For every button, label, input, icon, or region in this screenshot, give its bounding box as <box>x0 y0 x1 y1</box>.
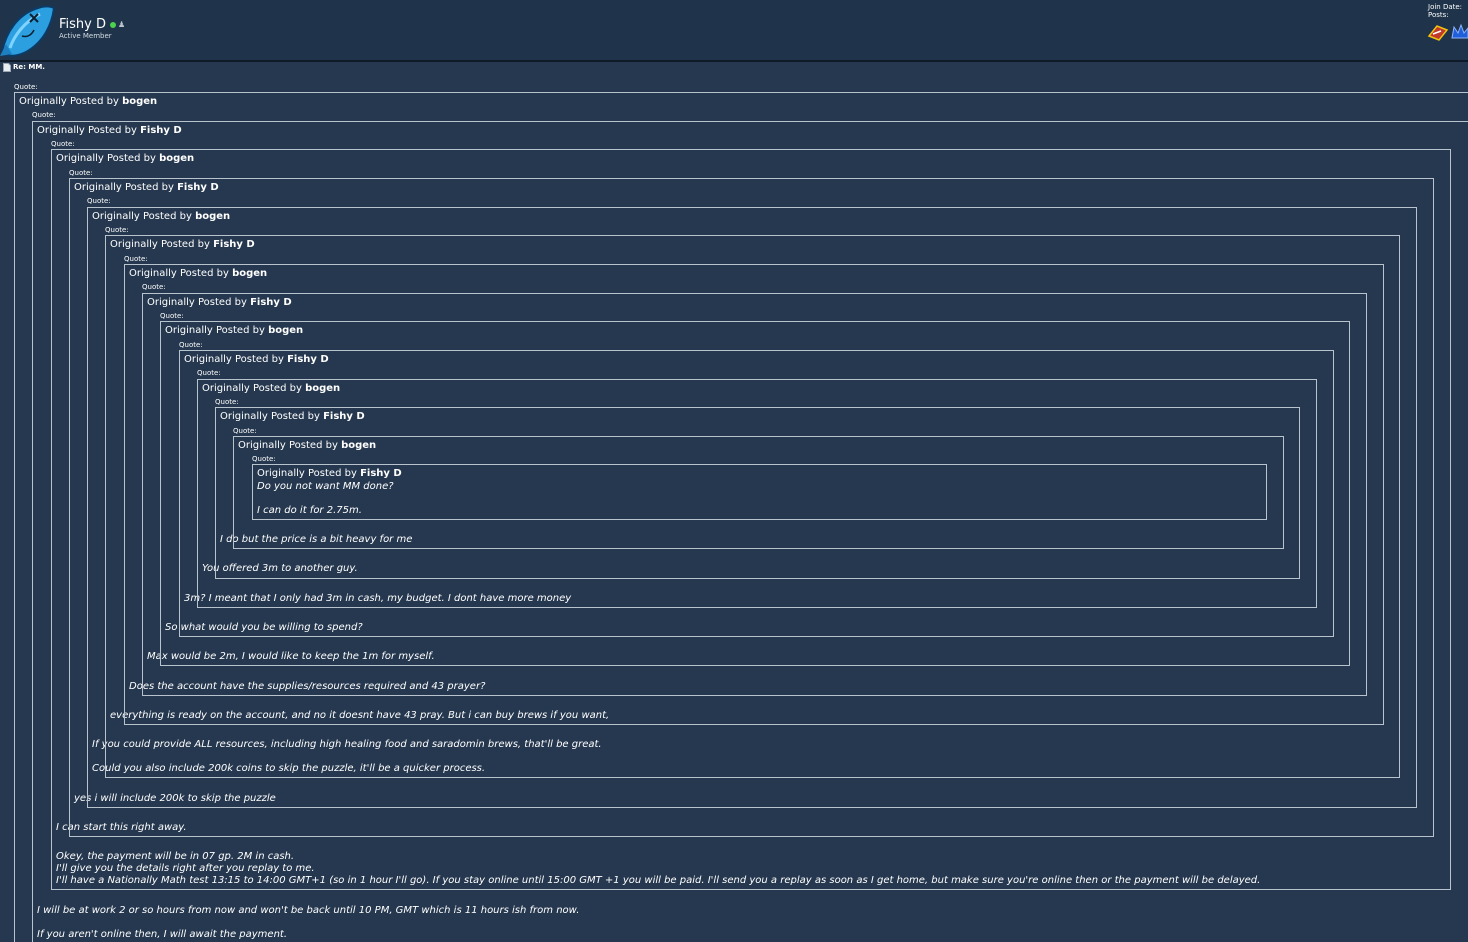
originally-posted-by-text: Originally Posted by <box>238 440 342 451</box>
quote-author-link[interactable]: bogen <box>159 153 194 164</box>
originally-posted-by-text: Originally Posted by <box>165 325 269 336</box>
quote-attribution: Originally Posted by Fishy D <box>74 182 219 194</box>
quote-author-link[interactable]: Fishy D <box>213 239 255 250</box>
quote-attribution: Originally Posted by Fishy D <box>110 239 255 251</box>
fish-avatar-icon[interactable] <box>0 2 56 58</box>
user-profile-icon[interactable]: ♟ <box>118 20 125 29</box>
quote-label: Quote: <box>197 369 221 377</box>
quote-label: Quote: <box>32 111 56 119</box>
quote-attribution: Originally Posted by Fishy D <box>257 468 402 480</box>
quote-author-link[interactable]: Fishy D <box>287 354 329 365</box>
quote-author-link[interactable]: bogen <box>122 96 157 107</box>
post-title: Re: MM. <box>13 63 45 71</box>
username[interactable]: Fishy D ♟ <box>59 17 125 32</box>
crown-badge-icon[interactable] <box>1451 22 1468 42</box>
originally-posted-by-text: Originally Posted by <box>110 239 214 250</box>
quote-author-link[interactable]: bogen <box>341 440 376 451</box>
quote-label: Quote: <box>142 283 166 291</box>
quote-label: Quote: <box>252 455 276 463</box>
quote-author-link[interactable]: bogen <box>305 383 340 394</box>
posts-label: Posts: <box>1428 11 1449 19</box>
username-text[interactable]: Fishy D <box>59 17 106 32</box>
originally-posted-by-text: Originally Posted by <box>147 297 251 308</box>
quote-text-line: I can do it for 2.75m. <box>257 505 362 516</box>
quote-author-link[interactable]: Fishy D <box>177 182 219 193</box>
quote-label: Quote: <box>124 255 148 263</box>
originally-posted-by-text: Originally Posted by <box>37 125 141 136</box>
quote-text-line: Do you not want MM done? <box>257 481 394 492</box>
quote-label: Quote: <box>215 398 239 406</box>
quote-attribution: Originally Posted by bogen <box>56 153 194 165</box>
quote-attribution: Originally Posted by bogen <box>19 96 157 108</box>
quote-attribution: Originally Posted by bogen <box>165 325 303 337</box>
quote-author-link[interactable]: bogen <box>232 268 267 279</box>
quote-label: Quote: <box>233 427 257 435</box>
document-icon <box>3 63 11 72</box>
postbit-header: Fishy D ♟ Active Member Join Date: Posts: <box>0 0 1468 60</box>
quote-author-link[interactable]: Fishy D <box>250 297 292 308</box>
quote-author-link[interactable]: Fishy D <box>140 125 182 136</box>
originally-posted-by-text: Originally Posted by <box>56 153 160 164</box>
originally-posted-by-text: Originally Posted by <box>92 211 196 222</box>
quote-attribution: Originally Posted by bogen <box>92 211 230 223</box>
quote-author-link[interactable]: Fishy D <box>323 411 365 422</box>
originally-posted-by-text: Originally Posted by <box>257 468 361 479</box>
quote-attribution: Originally Posted by Fishy D <box>184 354 329 366</box>
online-status-icon <box>110 21 116 28</box>
originally-posted-by-text: Originally Posted by <box>202 383 306 394</box>
originally-posted-by-text: Originally Posted by <box>19 96 123 107</box>
quote-attribution: Originally Posted by Fishy D <box>220 411 365 423</box>
quote-attribution: Originally Posted by Fishy D <box>37 125 182 137</box>
join-date-label: Join Date: <box>1428 3 1463 11</box>
quote-author-link[interactable]: bogen <box>195 211 230 222</box>
user-title: Active Member <box>59 32 112 40</box>
originally-posted-by-text: Originally Posted by <box>220 411 324 422</box>
quote-attribution: Originally Posted by bogen <box>202 383 340 395</box>
originally-posted-by-text: Originally Posted by <box>129 268 233 279</box>
award-badge-icon[interactable] <box>1427 22 1449 42</box>
quote-box <box>252 464 1267 520</box>
quote-label: Quote: <box>51 140 75 148</box>
quote-author-link[interactable]: Fishy D <box>360 468 402 479</box>
header-separator <box>0 60 1468 62</box>
quote-attribution: Originally Posted by bogen <box>129 268 267 280</box>
user-join-info: Join Date: Posts: <box>1428 3 1462 19</box>
quote-label: Quote: <box>87 197 111 205</box>
originally-posted-by-text: Originally Posted by <box>74 182 178 193</box>
quote-author-link[interactable]: bogen <box>268 325 303 336</box>
quote-label: Quote: <box>179 341 203 349</box>
quote-label: Quote: <box>14 83 38 91</box>
quote-label: Quote: <box>160 312 184 320</box>
quote-label: Quote: <box>69 169 93 177</box>
quote-attribution: Originally Posted by Fishy D <box>147 297 292 309</box>
quote-attribution: Originally Posted by bogen <box>238 440 376 452</box>
quote-label: Quote: <box>105 226 129 234</box>
originally-posted-by-text: Originally Posted by <box>184 354 288 365</box>
